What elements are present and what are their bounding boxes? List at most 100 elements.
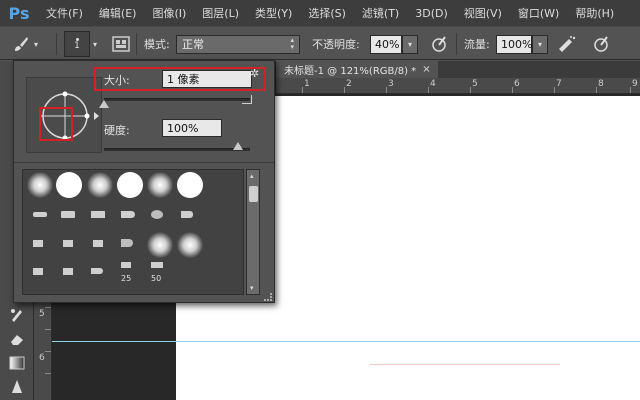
size-input[interactable]: 1 像素 [162,70,252,88]
document-tab-title: 未标题-1 @ 121%(RGB/8) * [284,66,417,77]
opacity-label: 不透明度: [312,38,360,51]
ruler-tick [302,87,303,93]
menu-select[interactable]: 选择(S) [300,0,354,26]
menu-window[interactable]: 窗口(W) [510,0,567,26]
tip-brush[interactable] [63,268,73,275]
brush-size-number: 50 [151,274,162,283]
close-tab-icon[interactable]: × [422,64,430,75]
hardness-input[interactable]: 100% [162,119,222,137]
panel-divider [14,162,274,163]
brush-grid-scrollbar[interactable]: ▴ ▾ [246,169,260,295]
menu-3d[interactable]: 3D(D) [407,0,456,26]
opacity-input[interactable]: 40% [370,34,402,54]
mode-value: 正常 [182,38,204,51]
menu-view[interactable]: 视图(V) [456,0,510,26]
menu-image[interactable]: 图像(I) [144,0,194,26]
tip-brush[interactable] [151,210,163,219]
soft-round-brush[interactable] [147,232,173,258]
pressure-size-icon[interactable] [590,33,612,55]
hruler-label: 7 [556,79,562,89]
hruler-label: 8 [598,79,604,89]
hard-round-brush[interactable] [177,172,203,198]
tip-brush[interactable] [121,239,133,247]
eraser-icon[interactable] [7,329,27,349]
ruler-tick [630,87,631,93]
hardness-label: 硬度: [104,124,130,137]
reset-size-icon[interactable] [242,95,252,104]
hardness-slider-track[interactable] [104,148,250,151]
document-tab[interactable]: 未标题-1 @ 121%(RGB/8) * × [276,61,438,78]
size-slider-thumb[interactable] [99,100,109,108]
menu-layer[interactable]: 图层(L) [194,0,247,26]
hard-round-brush[interactable] [117,172,143,198]
hruler-label: 4 [430,79,436,89]
options-bar: ▾ 1 ▾ 模式: 正常 ▴ ▾ 不透明度: 40% ▾ 流量: 100% ▾ [0,26,640,60]
menu-bar: Ps 文件(F) 编辑(E) 图像(I) 图层(L) 类型(Y) 选择(S) 滤… [0,0,640,26]
menu-help[interactable]: 帮助(H) [567,0,622,26]
ruler-tick [45,329,51,330]
tip-brush[interactable] [63,240,73,247]
soft-round-brush[interactable] [177,232,203,258]
menu-file[interactable]: 文件(F) [38,0,91,26]
brush-preset-grid[interactable]: 25 50 [22,169,244,295]
ruler-tick [45,351,51,352]
brush-picker-dropdown-icon[interactable]: ▾ [93,40,97,49]
tip-brush[interactable] [91,268,103,274]
soft-round-brush[interactable] [147,172,173,198]
tip-brush[interactable] [121,262,131,268]
hruler-label: 6 [514,79,520,89]
hard-round-brush-selected[interactable] [56,172,82,198]
tip-brush[interactable] [91,211,105,218]
airbrush-icon[interactable] [556,33,578,55]
tip-brush[interactable] [181,211,193,218]
painted-stroke [370,364,560,365]
hardness-slider-thumb[interactable] [233,142,243,150]
tip-brush[interactable] [151,262,163,268]
pressure-opacity-icon[interactable] [428,33,450,55]
tip-brush[interactable] [33,240,43,247]
hruler-label: 3 [388,79,394,89]
ruler-tick [344,87,345,93]
gradient-icon[interactable] [7,353,27,373]
opacity-dropdown-icon[interactable]: ▾ [402,34,418,54]
tip-brush[interactable] [33,268,43,275]
ruler-tick [512,87,513,93]
ruler-tick [470,87,471,93]
flow-input[interactable]: 100% [496,34,532,54]
menu-edit[interactable]: 编辑(E) [91,0,145,26]
menu-filter[interactable]: 滤镜(T) [354,0,407,26]
tip-brush[interactable] [93,240,103,247]
brush-preset-picker: 大小: 1 像素 ✲ 硬度: 100% 25 50 ▴ ▾ [13,60,275,303]
ruler-tick [45,373,51,374]
tip-brush[interactable] [33,212,47,217]
scroll-down-icon[interactable]: ▾ [250,284,254,292]
tool-preset-dropdown-icon[interactable]: ▾ [34,40,38,49]
resize-grip-icon[interactable] [264,293,272,301]
separator [456,33,457,55]
size-slider-track[interactable] [104,98,250,101]
ruler-tick [386,87,387,93]
brush-panel-toggle-icon[interactable] [110,33,132,55]
soft-round-brush[interactable] [87,172,113,198]
soft-round-brush[interactable] [27,172,53,198]
vruler-label: 5 [39,309,45,319]
mode-select[interactable]: 正常 ▴ ▾ [176,34,300,54]
brush-icon[interactable] [10,33,32,55]
scroll-up-icon[interactable]: ▴ [250,172,254,180]
scrollbar-thumb[interactable] [249,186,258,202]
separator [56,33,57,55]
photoshop-logo: Ps [8,3,30,23]
menu-type[interactable]: 类型(Y) [247,0,300,26]
history-brush-icon[interactable] [7,305,27,325]
guide-line[interactable] [52,341,640,342]
flow-dropdown-icon[interactable]: ▾ [532,34,548,54]
size-label: 大小: [104,74,130,87]
blur-icon[interactable] [7,377,27,397]
tip-brush[interactable] [61,211,75,218]
gear-icon[interactable]: ✲ [250,67,259,80]
updown-icon: ▴ ▾ [290,36,294,51]
brush-size-preview[interactable]: 1 [64,31,90,57]
tip-brush[interactable] [121,211,135,218]
flow-label: 流量: [464,38,490,51]
brush-size-number: 25 [121,274,132,283]
